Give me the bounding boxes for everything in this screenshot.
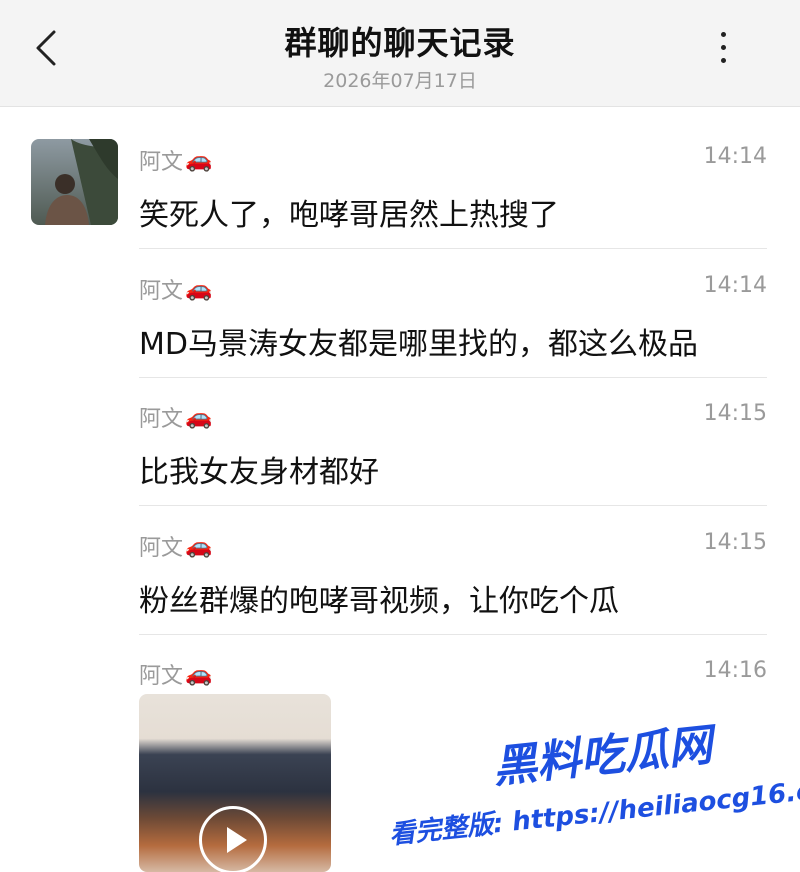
red-car-emoji-icon: 🚗 — [185, 404, 213, 430]
sender-name[interactable]: 阿文 — [139, 273, 183, 305]
sender-name[interactable]: 阿文 — [139, 401, 183, 433]
list-item: 阿文 🚗 14:14 笑死人了，咆哮哥居然上热搜了 — [139, 144, 767, 233]
list-item: 阿文 🚗 14:14 MD马景涛女友都是哪里找的，都这么极品 — [139, 273, 767, 362]
message-time: 14:15 — [703, 530, 767, 555]
message-text[interactable]: MD马景涛女友都是哪里找的，都这么极品 — [139, 319, 698, 363]
divider — [139, 505, 767, 506]
sender-name[interactable]: 阿文 — [139, 144, 183, 176]
more-vertical-icon[interactable] — [708, 32, 738, 72]
video-thumbnail[interactable] — [139, 694, 331, 872]
message-time: 14:14 — [703, 273, 767, 298]
sender-name[interactable]: 阿文 — [139, 658, 183, 690]
sender-name[interactable]: 阿文 — [139, 530, 183, 562]
page-title: 群聊的聊天记录 — [284, 24, 516, 62]
red-car-emoji-icon: 🚗 — [185, 533, 213, 559]
message-time: 14:14 — [703, 144, 767, 169]
list-item: 阿文 🚗 14:16 — [139, 658, 767, 698]
divider — [139, 377, 767, 378]
message-text[interactable]: 笑死人了，咆哮哥居然上热搜了 — [139, 190, 559, 234]
avatar[interactable] — [31, 139, 118, 225]
list-item: 阿文 🚗 14:15 粉丝群爆的咆哮哥视频，让你吃个瓜 — [139, 530, 767, 619]
divider — [139, 634, 767, 635]
watermark-brand: 黑料吃瓜网 — [490, 719, 715, 794]
red-car-emoji-icon: 🚗 — [185, 147, 213, 173]
message-text[interactable]: 比我女友身材都好 — [139, 447, 379, 491]
chat-header: 群聊的聊天记录 2026年07月17日 — [0, 0, 800, 107]
red-car-emoji-icon: 🚗 — [185, 276, 213, 302]
message-text[interactable]: 粉丝群爆的咆哮哥视频，让你吃个瓜 — [139, 576, 619, 620]
play-icon[interactable] — [199, 806, 267, 872]
message-time: 14:16 — [703, 658, 767, 683]
list-item: 阿文 🚗 14:15 比我女友身材都好 — [139, 401, 767, 490]
red-car-emoji-icon: 🚗 — [185, 661, 213, 687]
divider — [139, 248, 767, 249]
chat-date: 2026年07月17日 — [323, 70, 477, 92]
message-time: 14:15 — [703, 401, 767, 426]
